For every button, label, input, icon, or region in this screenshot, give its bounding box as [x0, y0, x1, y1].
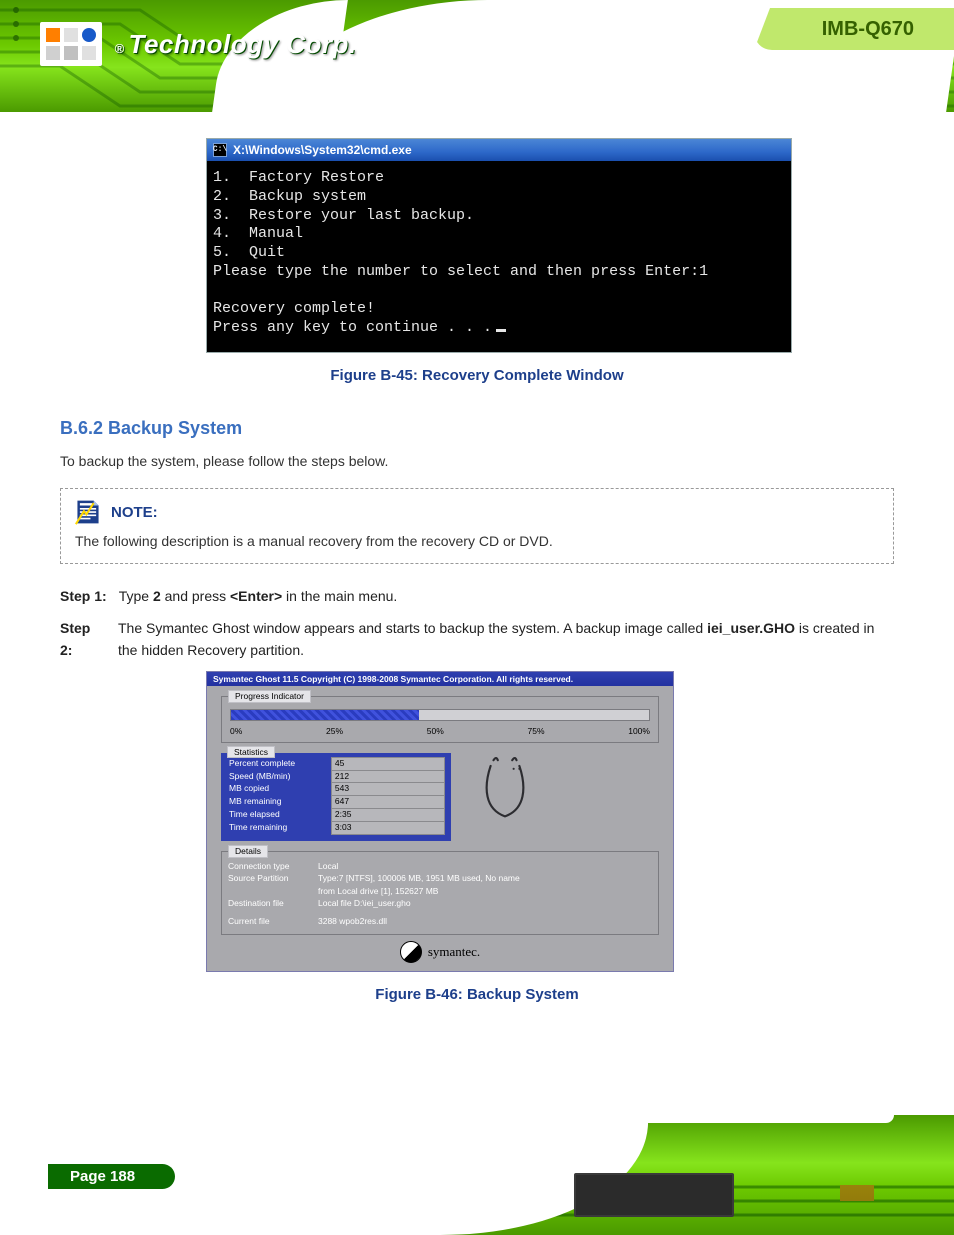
cmd-title-text: X:\Windows\System32\cmd.exe — [233, 144, 412, 156]
statistics-legend: Statistics — [227, 746, 275, 759]
ghost-titlebar: Symantec Ghost 11.5 Copyright (C) 1998-2… — [207, 672, 673, 686]
details-fieldset: Details Connection typeLocal Source Part… — [221, 851, 659, 935]
figure-46-caption: Figure B-46: Backup System — [60, 986, 894, 1003]
chip-icon — [574, 1173, 734, 1217]
progress-legend: Progress Indicator — [228, 690, 311, 703]
note-body: The following description is a manual re… — [75, 531, 879, 553]
note-icon — [75, 499, 101, 525]
step-2: Step 2: The Symantec Ghost window appear… — [60, 618, 894, 661]
progress-bar — [230, 709, 650, 721]
iei-logo-icon — [40, 22, 102, 66]
step-1-text: Type 2 and press <Enter> in the main men… — [119, 586, 398, 608]
intro-paragraph: To backup the system, please follow the … — [60, 451, 894, 473]
pin-notch — [614, 1107, 894, 1123]
cmd-titlebar: C:\ X:\Windows\System32\cmd.exe — [207, 139, 791, 161]
progress-ticks: 0% 25% 50% 75% 100% — [230, 727, 650, 736]
ghost-window: Symantec Ghost 11.5 Copyright (C) 1998-2… — [206, 671, 674, 971]
cmd-icon: C:\ — [213, 143, 227, 157]
section-heading: B.6.2 Backup System — [60, 418, 894, 439]
step-2-number: Step 2: — [60, 618, 106, 661]
note-label: NOTE: — [111, 504, 158, 521]
note-box: NOTE: The following description is a man… — [60, 488, 894, 564]
cmd-window: C:\ X:\Windows\System32\cmd.exe 1. Facto… — [206, 138, 792, 353]
details-legend: Details — [228, 845, 268, 858]
ghost-mascot-icon — [469, 753, 541, 830]
progress-bar-fill — [231, 710, 419, 720]
step-2-text: The Symantec Ghost window appears and st… — [118, 618, 894, 661]
page-number: Page 188 — [48, 1164, 175, 1189]
statistics-table: Percent complete45 Speed (MB/min)212 MB … — [227, 757, 445, 835]
progress-fieldset: Progress Indicator 0% 25% 50% 75% 100% — [221, 696, 659, 743]
brand-logo: ®Technology Corp. — [40, 22, 357, 66]
symantec-text: symantec. — [428, 945, 480, 958]
statistics-panel: Statistics Percent complete45 Speed (MB/… — [221, 753, 451, 841]
figure-45-caption: Figure B-45: Recovery Complete Window — [60, 367, 894, 384]
step-1-number: Step 1: — [60, 586, 107, 608]
symantec-mark-icon — [395, 936, 426, 967]
step-1: Step 1: Type 2 and press <Enter> in the … — [60, 586, 894, 608]
symantec-logo: symantec. — [221, 941, 659, 963]
cursor-icon — [496, 329, 506, 332]
cmd-output: 1. Factory Restore 2. Backup system 3. R… — [207, 161, 791, 352]
product-name-tag: IMB-Q670 — [754, 8, 954, 50]
logo-text: Technology Corp. — [129, 29, 357, 59]
